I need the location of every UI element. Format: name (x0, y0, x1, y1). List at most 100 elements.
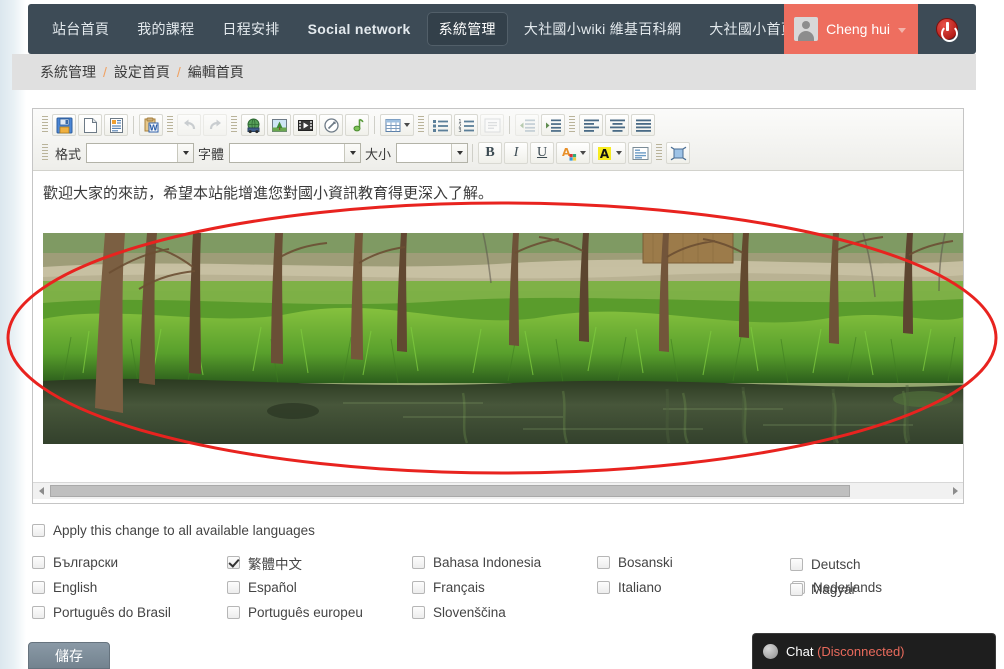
language-checkbox[interactable] (227, 556, 240, 569)
language-checkbox[interactable] (790, 583, 803, 596)
toolbar-grip[interactable] (569, 116, 575, 134)
chevron-left-icon[interactable] (33, 484, 49, 499)
editor-horizontal-scrollbar[interactable] (33, 482, 963, 499)
toolbar-grip[interactable] (418, 116, 424, 134)
top-navigation-bar: 站台首頁 我的課程 日程安排 Social network 系統管理 大社國小w… (28, 4, 976, 54)
language-checkbox[interactable] (32, 556, 45, 569)
breadcrumb-item-system-admin[interactable]: 系統管理 (40, 62, 96, 82)
language-checkbox[interactable] (790, 558, 803, 571)
language-checkbox[interactable] (32, 606, 45, 619)
anchor-icon[interactable] (319, 114, 343, 136)
editor-canvas[interactable]: 歡迎大家的來訪，希望本站能增進您對國小資訊教育得更深入了解。 (33, 171, 963, 499)
save-button[interactable]: 儲存 (28, 642, 110, 669)
nav-item-social-network[interactable]: Social network (296, 14, 423, 44)
logout-button[interactable] (918, 4, 976, 54)
breadcrumb-item-edit-homepage: 編輯首頁 (187, 64, 244, 80)
language-item-magyar[interactable]: Magyar (790, 577, 861, 602)
breadcrumb-item-homepage-settings[interactable]: 設定首頁 (114, 62, 170, 82)
scrollbar-track[interactable] (851, 485, 947, 497)
language-item-italiano[interactable]: Italiano (597, 575, 792, 600)
language-item-espanol[interactable]: Español (227, 575, 412, 600)
breadcrumb-separator: / (176, 64, 181, 80)
nav-item-system-admin[interactable]: 系統管理 (426, 12, 508, 46)
format-select[interactable] (86, 143, 195, 163)
size-select-value (397, 144, 451, 162)
language-item-bosanski[interactable]: Bosanski (597, 550, 792, 575)
chevron-right-icon[interactable] (947, 484, 963, 499)
language-label: Italiano (618, 580, 662, 595)
toolbar-grip[interactable] (42, 116, 48, 134)
scrollbar-thumb[interactable] (50, 485, 850, 497)
language-checkbox[interactable] (412, 556, 425, 569)
undo-icon[interactable] (177, 114, 201, 136)
size-select[interactable] (396, 143, 469, 163)
nav-item-my-courses[interactable]: 我的課程 (125, 12, 206, 46)
maximize-icon[interactable] (666, 142, 691, 164)
toolbar-grip[interactable] (231, 116, 237, 134)
language-checkbox[interactable] (597, 556, 610, 569)
image-icon[interactable] (267, 114, 291, 136)
bold-icon[interactable]: B (478, 142, 503, 164)
language-label: Español (248, 580, 297, 595)
language-item-deutsch[interactable]: Deutsch (790, 552, 861, 577)
status-dot-icon (763, 644, 778, 659)
nav-item-schedule[interactable]: 日程安排 (210, 12, 291, 46)
apply-all-languages-checkbox[interactable] (32, 524, 45, 537)
language-item-bulgarian[interactable]: Български (32, 550, 227, 575)
new-page-icon[interactable] (78, 114, 102, 136)
flash-icon[interactable] (293, 114, 317, 136)
language-item-bahasa-indonesia[interactable]: Bahasa Indonesia (412, 550, 597, 575)
language-checkbox[interactable] (412, 606, 425, 619)
link-icon[interactable] (241, 114, 265, 136)
audio-icon[interactable] (345, 114, 369, 136)
text-color-icon[interactable]: A (556, 142, 591, 164)
align-left-icon[interactable] (579, 114, 603, 136)
language-item-slovenscina[interactable]: Slovenščina (412, 600, 597, 625)
toolbar-separator (374, 116, 375, 134)
language-item-portugues-do-brasil[interactable]: Português do Brasil (32, 600, 227, 625)
chevron-down-icon (898, 28, 906, 33)
align-center-icon[interactable] (605, 114, 629, 136)
background-color-icon[interactable]: A (592, 142, 627, 164)
language-checkbox[interactable] (227, 581, 240, 594)
outdent-icon[interactable] (515, 114, 539, 136)
editor-inserted-image[interactable] (43, 233, 963, 444)
align-justify-icon[interactable] (631, 114, 655, 136)
language-checkbox[interactable] (597, 581, 610, 594)
language-item-traditional-chinese[interactable]: 繁體中文 (227, 550, 412, 575)
bulleted-list-icon[interactable] (428, 114, 452, 136)
show-blocks-icon[interactable] (628, 142, 653, 164)
user-menu[interactable]: Cheng hui (784, 4, 918, 54)
language-item-portugues-europeu[interactable]: Português europeu (227, 600, 412, 625)
nav-item-wiki[interactable]: 大社國小wiki 維基百科網 (512, 12, 693, 46)
blockquote-icon[interactable] (480, 114, 504, 136)
numbered-list-icon[interactable]: 123 (454, 114, 478, 136)
table-icon[interactable] (380, 114, 414, 136)
toolbar-grip[interactable] (656, 144, 663, 162)
toolbar-grip[interactable] (42, 144, 48, 162)
font-select[interactable] (229, 143, 362, 163)
language-item-francais[interactable]: Français (412, 575, 597, 600)
underline-icon[interactable]: U (530, 142, 555, 164)
wysiwyg-editor: W 1 2 3 格式 字體 大小 B I U A A 歡迎大家的來訪，希望本站能… (32, 108, 964, 504)
apply-all-languages-row[interactable]: Apply this change to all available langu… (32, 518, 972, 543)
language-item-english[interactable]: English (32, 575, 227, 600)
nav-item-site-home[interactable]: 站台首頁 (40, 12, 121, 46)
language-label: Magyar (811, 582, 857, 597)
chat-bar[interactable]: Chat (Disconnected) (752, 633, 996, 669)
toolbar-grip[interactable] (167, 116, 173, 134)
user-avatar-icon (794, 17, 819, 41)
paste-from-word-icon[interactable]: W (139, 114, 163, 136)
size-label: 大小 (365, 146, 392, 162)
templates-icon[interactable] (104, 114, 128, 136)
user-name-label: Cheng hui (826, 21, 890, 37)
indent-icon[interactable] (541, 114, 565, 136)
redo-icon[interactable] (203, 114, 227, 136)
italic-icon[interactable]: I (504, 142, 529, 164)
language-label: Bosanski (618, 555, 673, 570)
editor-paragraph[interactable]: 歡迎大家的來訪，希望本站能增進您對國小資訊教育得更深入了解。 (33, 171, 963, 212)
language-checkbox[interactable] (412, 581, 425, 594)
language-checkbox[interactable] (227, 606, 240, 619)
language-checkbox[interactable] (32, 581, 45, 594)
save-icon[interactable] (52, 114, 76, 136)
